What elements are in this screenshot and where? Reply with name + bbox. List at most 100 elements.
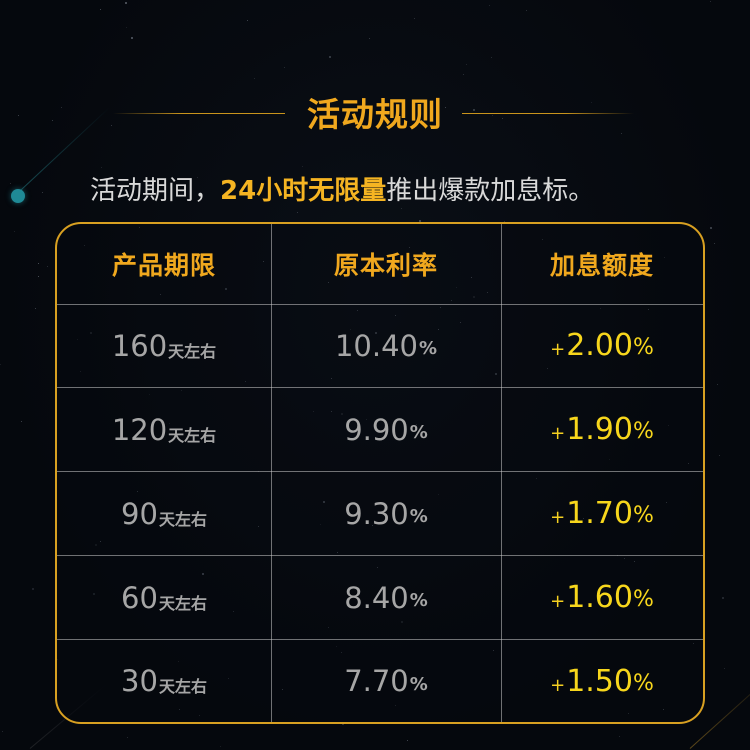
column-divider [501,224,502,722]
background-star [710,227,712,229]
percent-sign: % [632,335,654,360]
background-star [47,266,48,267]
background-star [297,212,298,213]
base-rate-value: 8.40 [344,580,409,615]
base-rate-cell: 9.90% [271,388,501,471]
background-star [722,597,724,599]
background-star [21,421,22,422]
background-star [38,276,39,277]
bonus-rate-cell: +1.90% [501,388,703,471]
period-unit: 天左右 [158,677,207,696]
background-star [0,364,1,365]
period-value: 120 [111,412,168,447]
background-star [491,57,492,58]
background-star [100,9,101,10]
percent-sign: % [418,338,438,359]
background-star [35,308,36,309]
table-header-row: 产品期限 原本利率 加息额度 [57,224,703,304]
background-star [42,192,43,193]
base-rate-value: 10.40 [334,328,418,363]
percent-sign: % [632,587,654,612]
base-rate-value: 7.70 [344,664,409,698]
section-title: 活动规则 [307,95,443,134]
description-highlight: 24小时无限量 [220,176,387,206]
column-divider [271,224,272,722]
plus-sign: + [550,423,566,444]
plus-sign: + [550,339,566,360]
table-row: 90 天左右 9.30% +1.70% [57,472,703,555]
row-divider [57,387,703,388]
background-star [463,74,464,75]
table-row: 30 天左右 7.70% +1.50% [57,640,703,722]
background-star [329,56,331,58]
background-star [619,736,620,737]
header-product-term: 产品期限 [111,251,216,280]
bonus-rate-value: 1.90 [566,412,633,447]
period-value: 30 [121,664,158,698]
header-base-rate: 原本利率 [333,251,438,280]
bonus-rate-cell: +1.70% [501,472,703,555]
plus-sign: + [550,507,566,528]
period-unit: 天左右 [168,425,217,445]
background-star [101,167,102,168]
period-unit: 天左右 [158,593,207,613]
base-rate-cell: 7.70% [271,640,501,722]
bonus-rate-value: 1.70 [566,496,633,531]
background-star [247,20,248,21]
period-unit: 天左右 [158,509,207,529]
background-star [466,64,467,65]
period-value: 90 [121,496,158,531]
background-star [38,263,39,264]
bonus-rate-value: 1.60 [566,580,633,615]
percent-sign: % [632,670,654,696]
teal-glow-dot [11,189,25,203]
period-cell: 160 天左右 [57,304,271,387]
bonus-rate-cell: +1.50% [501,640,703,722]
base-rate-cell: 9.30% [271,472,501,555]
rate-table: 产品期限 原本利率 加息额度 160 天左右 10.40% +2.00% 120 天… [55,222,705,724]
background-star [2,731,3,732]
background-star [127,737,128,738]
row-divider [57,471,703,472]
percent-sign: % [632,503,654,528]
bonus-rate-cell: +1.60% [501,556,703,639]
background-star [254,78,255,79]
header-bonus-rate: 加息额度 [549,251,654,280]
base-rate-cell: 10.40% [271,304,501,387]
background-star [14,231,15,232]
percent-sign: % [409,422,428,443]
background-star [284,67,285,68]
table-row: 120 天左右 9.90% +1.90% [57,388,703,471]
background-star [302,166,303,167]
background-star [717,384,718,385]
base-rate-value: 9.90 [344,412,409,447]
background-star [32,588,34,590]
base-rate-value: 9.30 [344,496,409,531]
table-row: 60 天左右 8.40% +1.60% [57,556,703,639]
period-unit: 天左右 [168,341,217,361]
activity-description: 活动期间，24小时无限量推出爆款加息标。 [90,170,730,207]
row-divider [57,639,703,640]
row-divider [57,555,703,556]
description-suffix: 推出爆款加息标。 [386,176,595,206]
section-title-row: 活动规则 [0,88,750,134]
background-star [131,37,133,39]
table-row: 160 天左右 10.40% +2.00% [57,304,703,387]
period-cell: 30 天左右 [57,640,271,722]
background-star [220,746,221,747]
title-divider-right [462,113,634,114]
plus-sign: + [550,591,566,612]
percent-sign: % [409,506,428,527]
background-star [10,183,11,184]
background-star [489,5,490,6]
description-prefix: 活动期间， [90,176,221,206]
background-star [714,243,715,244]
background-star [724,668,725,669]
background-star [719,455,720,456]
period-cell: 90 天左右 [57,472,271,555]
background-star [369,38,370,39]
background-star [125,2,127,4]
background-star [710,1,711,2]
bonus-rate-cell: +2.00% [501,304,703,387]
background-star [126,27,127,28]
